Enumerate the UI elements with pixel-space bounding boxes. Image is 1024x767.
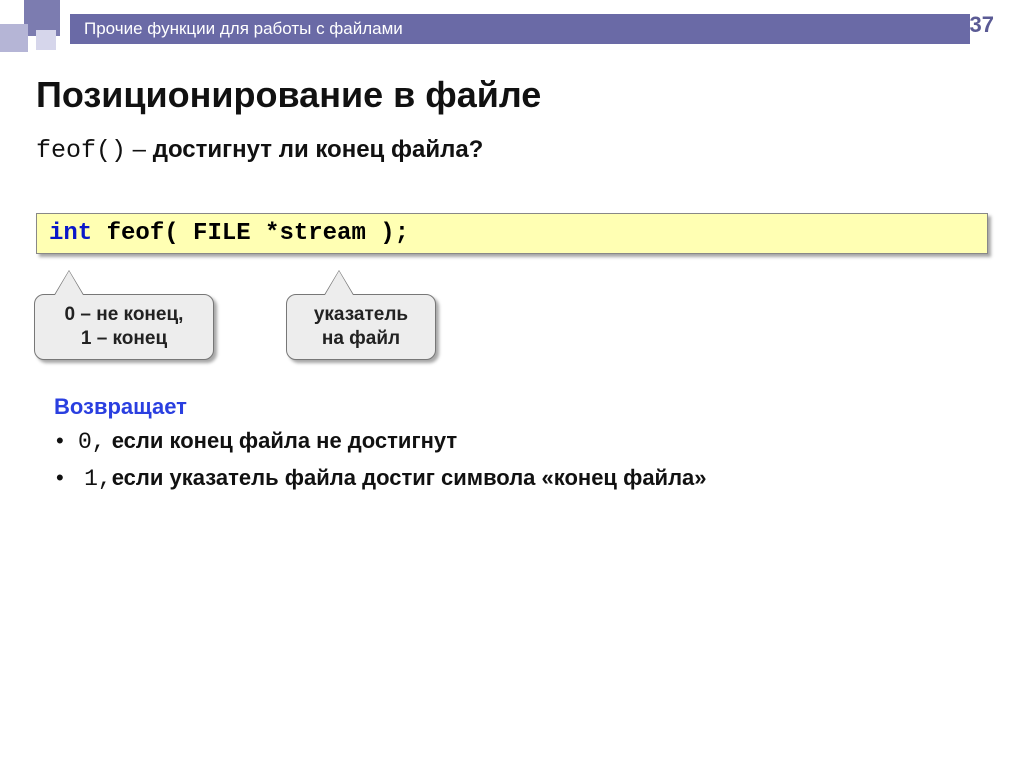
- func-name: feof(): [36, 136, 126, 165]
- returns-list: 0, если конец файла не достигнут 1,если …: [56, 428, 988, 492]
- callout-return-value: 0 – не конец, 1 – конец: [34, 294, 214, 360]
- corner-decoration: [0, 0, 60, 60]
- slide-content: Позиционирование в файле feof() – достиг…: [0, 44, 1024, 492]
- ret-text: если конец файла не достигнут: [106, 428, 458, 453]
- page-number: 37: [970, 12, 994, 38]
- breadcrumb: Прочие функции для работы с файлами: [70, 14, 970, 44]
- list-item: 0, если конец файла не достигнут: [56, 428, 988, 455]
- callout-connector-icon: [55, 271, 83, 295]
- slide-header: Прочие функции для работы с файлами 37: [0, 0, 1024, 44]
- callout1-line1: 0 – не конец,: [53, 303, 195, 327]
- code-rest: feof( FILE *stream );: [92, 220, 409, 247]
- ret-code: 1,: [84, 466, 112, 492]
- callout2-line2: на файл: [305, 327, 417, 351]
- callout-connector-icon: [325, 271, 353, 295]
- code-signature: int feof( FILE *stream );: [36, 213, 988, 254]
- ret-code: 0,: [78, 429, 106, 455]
- callout1-line2: 1 – конец: [53, 327, 195, 351]
- ret-text: если указатель файла достиг символа «кон…: [112, 465, 707, 490]
- subtitle: feof() – достигнут ли конец файла?: [36, 136, 988, 165]
- code-keyword: int: [49, 220, 92, 247]
- subtitle-dash: –: [126, 136, 153, 163]
- returns-label: Возвращает: [54, 394, 988, 420]
- list-item: 1,если указатель файла достиг символа «к…: [56, 465, 988, 492]
- page-title: Позиционирование в файле: [36, 74, 988, 116]
- callout2-line1: указатель: [305, 303, 417, 327]
- subtitle-text: достигнут ли конец файла?: [153, 136, 484, 163]
- callouts-row: 0 – не конец, 1 – конец указатель на фай…: [36, 260, 988, 370]
- callout-file-pointer: указатель на файл: [286, 294, 436, 360]
- breadcrumb-text: Прочие функции для работы с файлами: [84, 19, 403, 39]
